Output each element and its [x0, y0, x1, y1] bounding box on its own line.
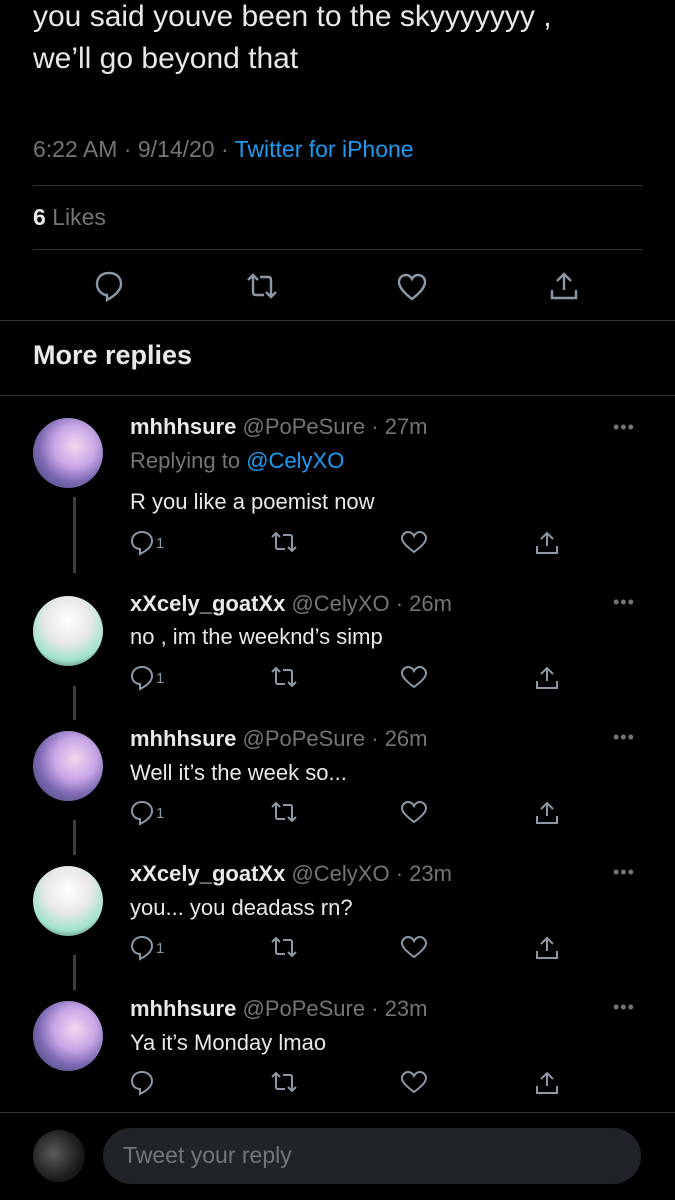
share-icon[interactable] — [534, 800, 560, 826]
handle[interactable]: @PoPeSure — [242, 996, 365, 1021]
tweet-text-line-2: we’ll go beyond that — [33, 42, 299, 75]
tweet-date: 9/14/20 — [137, 136, 215, 162]
reply-action-bar — [130, 1070, 560, 1098]
reply-count: 1 — [156, 804, 165, 822]
retweet-icon[interactable] — [245, 272, 279, 305]
reply-input[interactable]: Tweet your reply — [103, 1128, 641, 1184]
timestamp: 26m — [409, 591, 452, 616]
display-name[interactable]: mhhhsure — [130, 726, 236, 751]
reply-text: no , im the weeknd’s simp — [130, 624, 383, 649]
reply-header: mhhhsure @PoPeSure · 27m — [130, 414, 428, 439]
timestamp: 23m — [409, 861, 452, 886]
display-name[interactable]: mhhhsure — [130, 996, 236, 1021]
reply-action-bar: 1 — [130, 530, 560, 558]
more-icon[interactable]: ••• — [613, 862, 635, 883]
retweet-icon[interactable] — [270, 935, 298, 959]
reply-action-bar: 1 — [130, 800, 560, 828]
like-icon[interactable] — [400, 800, 428, 824]
retweet-icon[interactable] — [270, 665, 298, 689]
timestamp: 26m — [384, 726, 428, 751]
reply-text: you... you deadass rn? — [130, 895, 353, 920]
divider — [33, 249, 643, 250]
share-icon[interactable] — [534, 665, 560, 691]
mention-link[interactable]: @CelyXO — [246, 448, 344, 473]
reply-icon[interactable] — [94, 270, 124, 307]
likes-number: 6 — [33, 204, 46, 230]
more-icon[interactable]: ••• — [613, 727, 635, 748]
retweet-icon[interactable] — [270, 800, 298, 824]
reply-icon[interactable]: 1 — [130, 530, 164, 556]
like-icon[interactable] — [396, 272, 428, 307]
handle[interactable]: @PoPeSure — [242, 414, 365, 439]
avatar[interactable] — [33, 418, 103, 488]
more-icon[interactable]: ••• — [613, 417, 635, 438]
reply-action-bar: 1 — [130, 665, 560, 693]
like-icon[interactable] — [400, 1070, 428, 1094]
share-icon[interactable] — [534, 1070, 560, 1096]
likes-label: Likes — [52, 204, 106, 230]
timestamp: 23m — [384, 996, 428, 1021]
share-icon[interactable] — [548, 270, 580, 307]
reply-header: xXcely_goatXx @CelyXO · 26m — [130, 591, 452, 616]
like-icon[interactable] — [400, 665, 428, 689]
avatar[interactable] — [33, 731, 103, 801]
thread-connector — [73, 955, 76, 990]
like-icon[interactable] — [400, 935, 428, 959]
tweet-source-link[interactable]: Twitter for iPhone — [235, 136, 414, 162]
reply-count: 1 — [156, 669, 165, 687]
divider — [0, 320, 675, 321]
divider — [0, 395, 675, 396]
display-name[interactable]: mhhhsure — [130, 414, 236, 439]
more-replies-heading: More replies — [33, 340, 193, 370]
reply-icon[interactable] — [130, 1070, 156, 1096]
reply-count: 1 — [156, 939, 165, 957]
like-icon[interactable] — [400, 530, 428, 554]
tweet-text-line-1: you said youve been to the skyyyyyyy , — [33, 0, 552, 33]
more-icon[interactable]: ••• — [613, 997, 635, 1018]
replying-prefix: Replying to — [130, 448, 241, 473]
replying-to: Replying to @CelyXO — [130, 448, 344, 474]
reply-header: mhhhsure @PoPeSure · 23m — [130, 996, 428, 1021]
reply-header: mhhhsure @PoPeSure · 26m — [130, 726, 428, 751]
handle[interactable]: @CelyXO — [291, 591, 389, 616]
reply-count: 1 — [156, 534, 165, 552]
share-icon[interactable] — [534, 935, 560, 961]
retweet-icon[interactable] — [270, 530, 298, 554]
user-avatar[interactable] — [33, 1130, 85, 1182]
tweet-time: 6:22 AM — [33, 136, 118, 162]
thread-connector — [73, 820, 76, 855]
thread-connector — [73, 686, 76, 720]
avatar[interactable] — [33, 866, 103, 936]
tweet-action-bar — [0, 270, 675, 304]
share-icon[interactable] — [534, 530, 560, 556]
reply-input-placeholder: Tweet your reply — [123, 1142, 292, 1168]
reply-text: Well it’s the week so... — [130, 760, 347, 785]
reply-icon[interactable]: 1 — [130, 665, 164, 691]
reply-text: R you like a poemist now — [130, 489, 375, 514]
tweet-text: you said youve been to the skyyyyyyy , w… — [33, 0, 653, 80]
reply-header: xXcely_goatXx @CelyXO · 23m — [130, 861, 452, 886]
reply-text: Ya it’s Monday lmao — [130, 1030, 327, 1055]
reply-icon[interactable]: 1 — [130, 800, 164, 826]
avatar[interactable] — [33, 596, 103, 666]
reply-action-bar: 1 — [130, 935, 560, 963]
display-name[interactable]: xXcely_goatXx — [130, 591, 285, 616]
reply-icon[interactable]: 1 — [130, 935, 164, 961]
more-icon[interactable]: ••• — [613, 592, 635, 613]
retweet-icon[interactable] — [270, 1070, 298, 1094]
handle[interactable]: @PoPeSure — [242, 726, 365, 751]
timestamp: 27m — [384, 414, 428, 439]
thread-connector — [73, 497, 76, 573]
likes-count-link[interactable]: 6 Likes — [33, 204, 106, 231]
display-name[interactable]: xXcely_goatXx — [130, 861, 285, 886]
divider — [33, 185, 643, 186]
divider — [0, 1112, 675, 1113]
tweet-meta: 6:22 AM · 9/14/20 · Twitter for iPhone — [33, 136, 414, 162]
handle[interactable]: @CelyXO — [291, 861, 389, 886]
avatar[interactable] — [33, 1001, 103, 1071]
